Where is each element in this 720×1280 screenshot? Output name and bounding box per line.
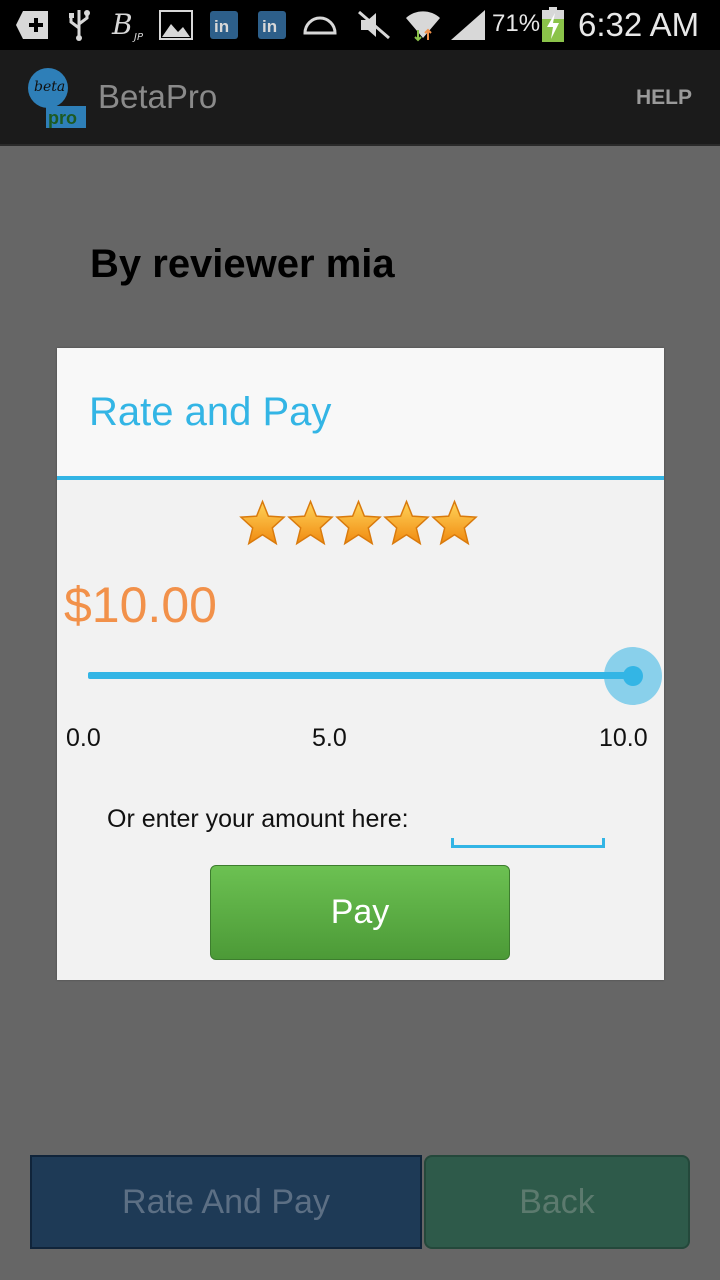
dialog-header: Rate and Pay: [57, 348, 664, 478]
slider-mid-label: 5.0: [312, 724, 347, 752]
app-title: BetaPro: [98, 78, 218, 115]
linkedin-icon: in: [208, 8, 240, 42]
amount-input[interactable]: [451, 818, 605, 848]
mute-icon: [356, 8, 392, 42]
svg-text:beta: beta: [34, 79, 65, 95]
dialog-divider: [57, 476, 664, 480]
svg-text:B: B: [111, 8, 133, 41]
bitcoin-icon: B JP: [110, 8, 150, 42]
add-icon: [14, 8, 52, 42]
signal-icon: [448, 8, 488, 42]
amount-slider-track[interactable]: [88, 672, 633, 679]
battery-percent: 71%: [492, 10, 541, 37]
svg-text:in: in: [214, 17, 229, 36]
slider-min-label: 0.0: [66, 724, 101, 752]
star-icon[interactable]: [430, 499, 479, 547]
help-button[interactable]: HELP: [636, 86, 692, 110]
action-bar: beta pro BetaPro HELP: [0, 50, 720, 146]
star-icon[interactable]: [334, 499, 383, 547]
svg-text:in: in: [262, 17, 277, 36]
amount-display: $10.00: [64, 577, 217, 633]
usb-icon: [64, 8, 94, 42]
wifi-icon: [404, 8, 442, 42]
linkedin-icon: in: [256, 8, 288, 42]
dialog-title: Rate and Pay: [89, 390, 332, 434]
amount-slider-thumb[interactable]: [623, 666, 643, 686]
amount-input-underline-left: [451, 838, 454, 848]
star-icon[interactable]: [286, 499, 335, 547]
slider-max-label: 10.0: [599, 724, 648, 752]
star-icon[interactable]: [238, 499, 287, 547]
star-rating[interactable]: [238, 499, 478, 547]
rate-and-pay-dialog: Rate and Pay $10.00 0.0 5.0 10.0 Or ente…: [57, 348, 664, 980]
star-icon[interactable]: [382, 499, 431, 547]
clock: 6:32 AM: [578, 6, 700, 43]
image-icon: [158, 8, 194, 42]
battery-charging-icon: [540, 7, 566, 42]
pay-button[interactable]: Pay: [210, 865, 510, 960]
back-button[interactable]: Back: [424, 1155, 690, 1249]
enter-amount-label: Or enter your amount here:: [107, 805, 409, 833]
svg-text:pro: pro: [48, 108, 77, 128]
amount-input-underline-right: [602, 838, 605, 848]
reviewer-heading: By reviewer mia: [90, 242, 395, 286]
rate-and-pay-button[interactable]: Rate And Pay: [30, 1155, 422, 1249]
svg-text:JP: JP: [132, 32, 144, 42]
status-bar: B JP in in 71% 6:32 AM: [0, 0, 720, 50]
app-logo-icon[interactable]: beta pro: [26, 66, 88, 130]
dome-icon: [302, 8, 338, 42]
